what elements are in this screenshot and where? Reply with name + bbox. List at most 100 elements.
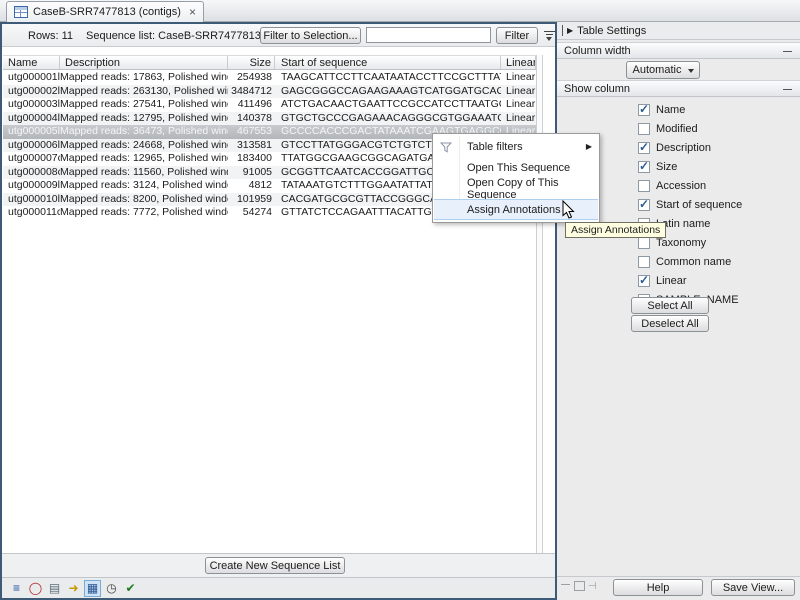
circular-view-icon[interactable]: ◯ bbox=[27, 580, 44, 597]
submenu-arrow-icon: ▶ bbox=[586, 142, 592, 151]
table-cell: utg000007c bbox=[3, 152, 60, 166]
filter-input[interactable] bbox=[366, 27, 491, 43]
checkbox-icon bbox=[638, 275, 650, 287]
checkbox-icon bbox=[638, 256, 650, 268]
table-cell: GTGCTGCCCGAGAAACAGGGCGTGGAAATCACGCTGATT.… bbox=[275, 112, 501, 126]
table-cell: 101959 bbox=[228, 193, 275, 207]
table-cell: Mapped reads: 36473, Polished window... bbox=[60, 125, 228, 139]
column-header-size[interactable]: Size bbox=[228, 56, 275, 69]
filter-to-selection-button[interactable]: Filter to Selection... bbox=[260, 27, 361, 44]
column-toggle-modified[interactable]: Modified bbox=[638, 119, 742, 138]
checkbox-label: Start of sequence bbox=[656, 199, 742, 211]
mouse-cursor bbox=[562, 200, 575, 219]
menu-item-label: Open Copy of This Sequence bbox=[467, 177, 599, 201]
menu-item-label: Assign Annotations bbox=[467, 204, 561, 216]
dock-panel-icon[interactable]: ⊣ bbox=[588, 581, 597, 592]
table-row[interactable]: utg000001lMapped reads: 17863, Polished … bbox=[3, 71, 536, 85]
select-all-button[interactable]: Select All bbox=[631, 297, 709, 314]
help-button[interactable]: Help bbox=[613, 579, 703, 596]
column-toggle-start-of-sequence[interactable]: Start of sequence bbox=[638, 195, 742, 214]
table-cell: 4812 bbox=[228, 179, 275, 193]
tooltip: Assign Annotations bbox=[565, 222, 666, 238]
checkbox-label: Name bbox=[656, 104, 685, 116]
column-header-start-of-sequence[interactable]: Start of sequence bbox=[275, 56, 501, 69]
filter-options-icon[interactable] bbox=[543, 29, 555, 41]
menu-item-table-filters[interactable]: Table filters▶ bbox=[433, 136, 599, 157]
table-cell: utg000008c bbox=[3, 166, 60, 180]
divider bbox=[557, 576, 800, 577]
menu-item-open-copy-of-this-sequence[interactable]: Open Copy of This Sequence bbox=[433, 178, 599, 199]
table-cell: TAAGCATTCCTTCAATAATACCTTCCGCTTTATAAAGCCT… bbox=[275, 71, 501, 85]
checkbox-icon bbox=[638, 199, 650, 211]
menu-item-open-this-sequence[interactable]: Open This Sequence bbox=[433, 157, 599, 178]
column-width-section-header: Column width bbox=[557, 42, 800, 59]
column-toggle-linear[interactable]: Linear bbox=[638, 271, 742, 290]
filter-button[interactable]: Filter bbox=[496, 27, 538, 44]
tab-bar: CaseB-SRR7477813 (contigs) × bbox=[0, 0, 800, 22]
column-header-name[interactable]: Name bbox=[3, 56, 60, 69]
table-cell: Linear bbox=[501, 98, 536, 112]
create-new-sequence-list-button[interactable]: Create New Sequence List bbox=[205, 557, 345, 574]
table-cell: Linear bbox=[501, 71, 536, 85]
section-title: Column width bbox=[564, 45, 631, 57]
column-toggle-size[interactable]: Size bbox=[638, 157, 742, 176]
table-cell: Linear bbox=[501, 85, 536, 99]
tab-label: CaseB-SRR7477813 (contigs) bbox=[33, 6, 181, 18]
close-icon[interactable]: × bbox=[189, 7, 196, 17]
table-row[interactable]: utg000003lMapped reads: 27541, Polished … bbox=[3, 98, 536, 112]
panel-title-bar: ▶ Table Settings bbox=[557, 22, 800, 40]
annotation-table-view-icon[interactable]: ▤ bbox=[46, 580, 63, 597]
checkbox-icon bbox=[638, 180, 650, 192]
column-header-description[interactable]: Description bbox=[60, 56, 228, 69]
table-row[interactable]: utg000002lMapped reads: 263130, Polished… bbox=[3, 85, 536, 99]
tab-caseb-srr7477813[interactable]: CaseB-SRR7477813 (contigs) × bbox=[6, 1, 204, 22]
save-view-button[interactable]: Save View... bbox=[711, 579, 795, 596]
rows-count-label: Rows: 11 bbox=[28, 30, 73, 42]
table-cell: Mapped reads: 8200, Polished windows:... bbox=[60, 193, 228, 207]
table-cell: utg000001l bbox=[3, 71, 60, 85]
table-cell: Linear bbox=[501, 112, 536, 126]
checkbox-label: Modified bbox=[656, 123, 698, 135]
column-toggle-description[interactable]: Description bbox=[638, 138, 742, 157]
table-view-icon[interactable]: ▦ bbox=[84, 580, 101, 597]
menu-item-label: Open This Sequence bbox=[467, 162, 570, 174]
table-cell: 3484712 bbox=[228, 85, 275, 99]
app-window: CaseB-SRR7477813 (contigs) × Rows: 11 Se… bbox=[0, 0, 800, 600]
table-cell: Mapped reads: 3124, Polished windows:... bbox=[60, 179, 228, 193]
table-cell: 411496 bbox=[228, 98, 275, 112]
collapse-icon[interactable] bbox=[783, 51, 792, 52]
table-cell: Mapped reads: 7772, Polished windows:... bbox=[60, 206, 228, 220]
collapse-icon[interactable] bbox=[783, 89, 792, 90]
table-toolbar: Rows: 11 Sequence list: CaseB-SRR7477813… bbox=[2, 24, 555, 47]
collapse-panel-icon[interactable] bbox=[561, 584, 570, 585]
column-width-dropdown[interactable]: Automatic bbox=[626, 61, 700, 79]
dropdown-value: Automatic bbox=[633, 64, 682, 76]
filter-icon bbox=[438, 140, 454, 154]
column-toggle-common-name[interactable]: Common name bbox=[638, 252, 742, 271]
element-info-icon[interactable]: ✔ bbox=[122, 580, 139, 597]
deselect-all-button[interactable]: Deselect All bbox=[631, 315, 709, 332]
table-cell: GAGCGGGCCAGAAGAAAGTCATGGATGCAGGGAAAAGA..… bbox=[275, 85, 501, 99]
expand-arrow-icon[interactable]: ▶ bbox=[567, 26, 573, 35]
chevron-down-icon bbox=[688, 69, 694, 76]
table-cell: utg000004l bbox=[3, 112, 60, 126]
table-cell: Mapped reads: 263130, Polished windo... bbox=[60, 85, 228, 99]
sequence-list-view-icon[interactable]: ≡ bbox=[8, 580, 25, 597]
column-toggle-name[interactable]: Name bbox=[638, 100, 742, 119]
table-cell: 467553 bbox=[228, 125, 275, 139]
divider bbox=[562, 25, 563, 36]
table-cell: utg000006l bbox=[3, 139, 60, 153]
table-cell: 313581 bbox=[228, 139, 275, 153]
vertical-scrollbar[interactable] bbox=[536, 55, 543, 553]
table-cell: 183400 bbox=[228, 152, 275, 166]
column-header-linear[interactable]: Linear bbox=[501, 56, 536, 69]
checkbox-label: Size bbox=[656, 161, 677, 173]
table-cell: utg000010l bbox=[3, 193, 60, 207]
history-view-icon[interactable]: ◷ bbox=[103, 580, 120, 597]
float-panel-icon[interactable] bbox=[574, 581, 585, 591]
table-cell: Mapped reads: 12965, Polished window... bbox=[60, 152, 228, 166]
checkbox-label: Description bbox=[656, 142, 711, 154]
graphical-view-icon[interactable]: ➜ bbox=[65, 580, 82, 597]
column-toggle-accession[interactable]: Accession bbox=[638, 176, 742, 195]
table-row[interactable]: utg000004lMapped reads: 12795, Polished … bbox=[3, 112, 536, 126]
